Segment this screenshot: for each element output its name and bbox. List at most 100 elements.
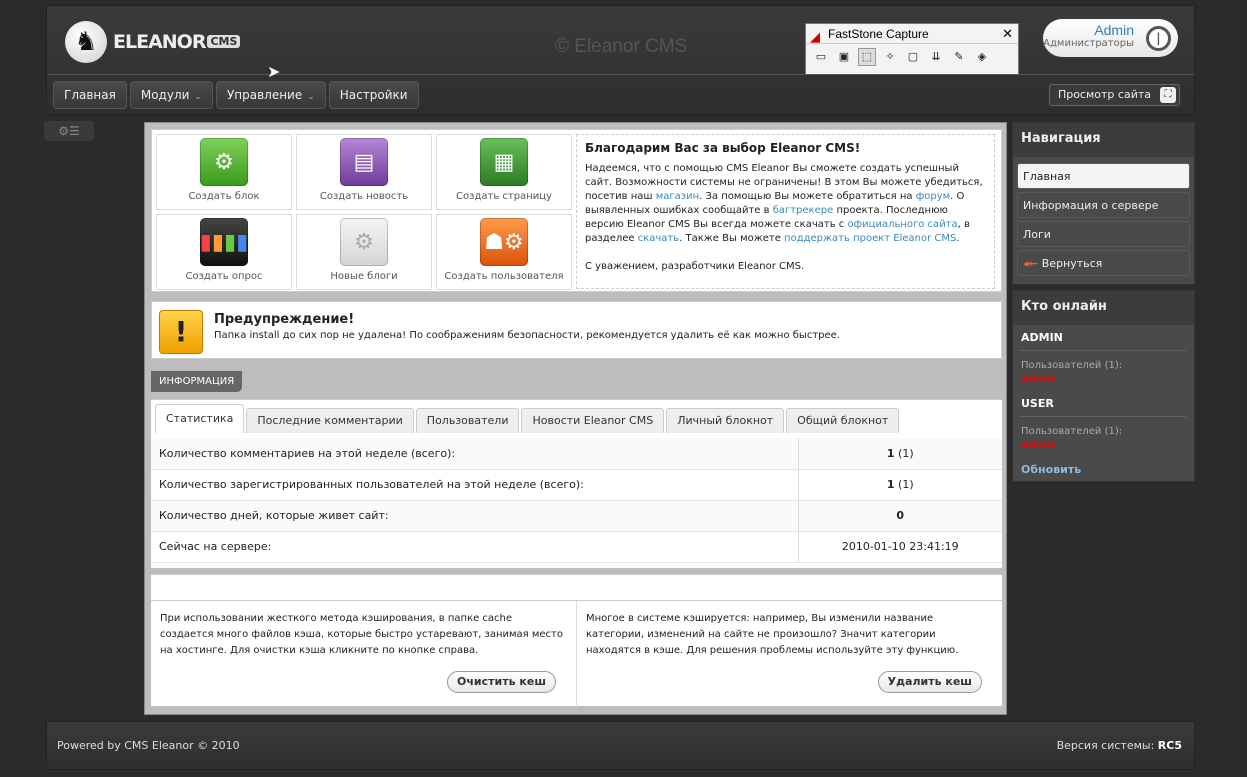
shop-link[interactable]: магазин — [656, 191, 699, 202]
site-title: © Eleanor CMS — [555, 36, 688, 57]
delete-cache-button[interactable]: Удалить кеш — [877, 671, 982, 693]
admin-role: Администраторы — [1043, 38, 1134, 49]
official-site-link[interactable]: официального сайта — [847, 219, 957, 230]
quick-create-block[interactable]: ⚙ Создать блок — [156, 134, 292, 210]
tab-statistics[interactable]: Статистика — [155, 404, 245, 433]
quick-new-blogs[interactable]: ⚙ Новые блоги — [296, 214, 432, 290]
capture-tools: ▭ ▣ ⬚ ✧ ▢ ⇊ ✎ ◈ — [806, 44, 1018, 70]
quick-create-user[interactable]: ☗⚙ Создать пользователя — [436, 214, 572, 290]
freehand-capture-icon[interactable]: ✧ — [881, 48, 899, 66]
output-menu-icon[interactable]: ✎ — [950, 48, 968, 66]
close-icon[interactable]: ✕ — [1002, 24, 1013, 44]
quick-create-news[interactable]: ▤ Создать новость — [296, 134, 432, 210]
clear-cache-button[interactable]: Очистить кеш — [447, 671, 556, 693]
role-count: Пользователей (1): — [1021, 426, 1123, 437]
install-warning: ! Предупреждение! Папка install до сих п… — [151, 301, 1002, 359]
news-document-icon: ▤ — [340, 138, 388, 186]
role-admin: ADMIN — [1021, 331, 1186, 351]
blog-gear-icon: ⚙ — [340, 218, 388, 266]
welcome-text: Надеемся, что с помощью CMS Eleanor Вы с… — [585, 163, 983, 244]
role-count: Пользователей (1): — [1021, 360, 1123, 371]
faststone-title: ◢ FastStone Capture ✕ — [806, 24, 1018, 44]
block-gear-icon: ⚙ — [200, 138, 248, 186]
welcome-message: Благодарим Вас за выбор Eleanor CMS! Над… — [576, 134, 995, 289]
horse-logo-icon: ♞ — [65, 21, 107, 63]
page-document-icon: ▦ — [480, 138, 528, 186]
warning-title: Предупреждение! — [214, 312, 355, 327]
scroll-capture-icon[interactable]: ⇊ — [927, 48, 945, 66]
main-nav: Главная Модули ⌄ Управление ⌄ Настройки — [53, 81, 419, 109]
quick-create-page[interactable]: ▦ Создать страницу — [436, 134, 572, 210]
mouse-cursor-icon: ➤ — [267, 62, 281, 81]
system-version: Версия системы: RC5 — [1056, 739, 1182, 752]
who-online-panel: Кто онлайн ADMIN Пользователей (1): Admi… — [1012, 290, 1195, 482]
divider — [47, 74, 1194, 75]
nav-item-settings[interactable]: Настройки — [328, 81, 419, 109]
logout-power-icon[interactable]: | — [1146, 26, 1171, 51]
online-user-link[interactable]: Admin — [1021, 374, 1186, 385]
sidebar-navigation: Навигация Главная Информация о сервере Л… — [1012, 122, 1195, 285]
cache-clear-column: При использовании жесткого метода кэширо… — [151, 601, 577, 707]
header: ♞ ELEANOR CMS © Eleanor CMS ◢ FastStone C… — [46, 5, 1195, 115]
nav-item-home[interactable]: Главная — [53, 81, 127, 109]
table-row: Сейчас на сервере: 2010-01-10 23:41:19 — [151, 531, 1002, 563]
logo[interactable]: ♞ ELEANOR CMS — [65, 20, 241, 64]
chevron-down-icon: ⌄ — [307, 92, 315, 102]
window-capture-icon[interactable]: ▭ — [812, 48, 830, 66]
object-capture-icon[interactable]: ▣ — [835, 48, 853, 66]
poll-chart-icon: ▮ ▮ ▮ ▮ — [200, 218, 248, 266]
refresh-link[interactable]: Обновить — [1021, 463, 1186, 476]
table-row: Количество дней, которые живет сайт: 0 — [151, 500, 1002, 532]
warning-icon: ! — [159, 310, 203, 354]
warning-text: Папка install до сих пор не удалена! По … — [214, 330, 840, 341]
info-section-label: ИНФОРМАЦИЯ — [151, 371, 243, 392]
user-gear-icon: ☗⚙ — [480, 218, 528, 266]
tab-personal-notepad[interactable]: Личный блокнот — [666, 408, 785, 433]
tab-last-comments[interactable]: Последние комментарии — [246, 408, 414, 433]
settings-icon[interactable]: ◈ — [973, 48, 991, 66]
tab-eleanor-news[interactable]: Новости Eleanor CMS — [521, 408, 665, 433]
welcome-signature: С уважением, разработчики Eleanor CMS. — [585, 261, 805, 272]
support-project-link[interactable]: поддержать проект Eleanor CMS — [784, 233, 956, 244]
sidebar-item-logs[interactable]: Логи — [1017, 221, 1190, 247]
back-arrow-icon: ◂← — [1023, 257, 1038, 270]
navigation-title: Навигация — [1013, 123, 1194, 157]
download-link[interactable]: скачать — [638, 233, 679, 244]
sidebar-item-server-info[interactable]: Информация о сервере — [1017, 192, 1190, 218]
logo-text: ELEANOR CMS — [113, 31, 241, 53]
info-tabs: Статистика Последние комментарии Пользов… — [155, 404, 900, 433]
cache-delete-column: Многое в системе кэшируется: например, В… — [577, 601, 1002, 707]
table-row: Количество зарегистрированных пользовате… — [151, 469, 1002, 501]
quick-actions-grid: ⚙ Создать блок ▤ Создать новость ▦ Созда… — [156, 134, 572, 290]
sidebar-item-back[interactable]: ◂← Вернуться — [1017, 250, 1190, 276]
bugtracker-link[interactable]: багтрекере — [773, 205, 834, 216]
main-content: ⚙ Создать блок ▤ Создать новость ▦ Созда… — [144, 122, 1007, 715]
role-user: USER — [1021, 397, 1186, 417]
tab-users[interactable]: Пользователи — [415, 408, 520, 433]
forum-link[interactable]: форум — [916, 191, 950, 202]
fullscreen-capture-icon[interactable]: ▢ — [904, 48, 922, 66]
sidebar-item-home[interactable]: Главная — [1017, 163, 1190, 189]
external-site-icon: ⛶ — [1160, 87, 1176, 103]
footer: Powered by CMS Eleanor © 2010 Версия сис… — [46, 721, 1195, 770]
chevron-down-icon: ⌄ — [194, 92, 202, 102]
statistics-table: Количество комментариев на этой неделе (… — [151, 438, 1002, 563]
powered-by: Powered by CMS Eleanor © 2010 — [57, 739, 240, 752]
sidebar-toggle-icon[interactable]: ⚙☰ — [44, 121, 94, 141]
table-row: Количество комментариев на этой неделе (… — [151, 438, 1002, 470]
faststone-logo-icon: ◢ — [810, 29, 820, 44]
admin-name[interactable]: Admin — [1043, 19, 1134, 38]
admin-box[interactable]: Admin Администраторы | — [1043, 19, 1178, 57]
welcome-title: Благодарим Вас за выбор Eleanor CMS! — [585, 141, 861, 155]
rectangle-capture-icon[interactable]: ⬚ — [858, 48, 876, 66]
tab-shared-notepad[interactable]: Общий блокнот — [786, 408, 900, 433]
quick-actions: ⚙ Создать блок ▤ Создать новость ▦ Созда… — [151, 129, 1002, 292]
nav-item-management[interactable]: Управление ⌄ — [215, 81, 326, 109]
cache-panel: При использовании жесткого метода кэширо… — [151, 600, 1002, 707]
view-site-button[interactable]: Просмотр сайта ⛶ — [1048, 84, 1180, 106]
who-online-title: Кто онлайн — [1013, 291, 1194, 325]
quick-create-poll[interactable]: ▮ ▮ ▮ ▮ Создать опрос — [156, 214, 292, 290]
faststone-capture-toolbar[interactable]: ◢ FastStone Capture ✕ ▭ ▣ ⬚ ✧ ▢ ⇊ ✎ ◈ — [805, 23, 1019, 75]
nav-item-modules[interactable]: Модули ⌄ — [129, 81, 213, 109]
online-user-link[interactable]: Admin — [1021, 440, 1186, 451]
